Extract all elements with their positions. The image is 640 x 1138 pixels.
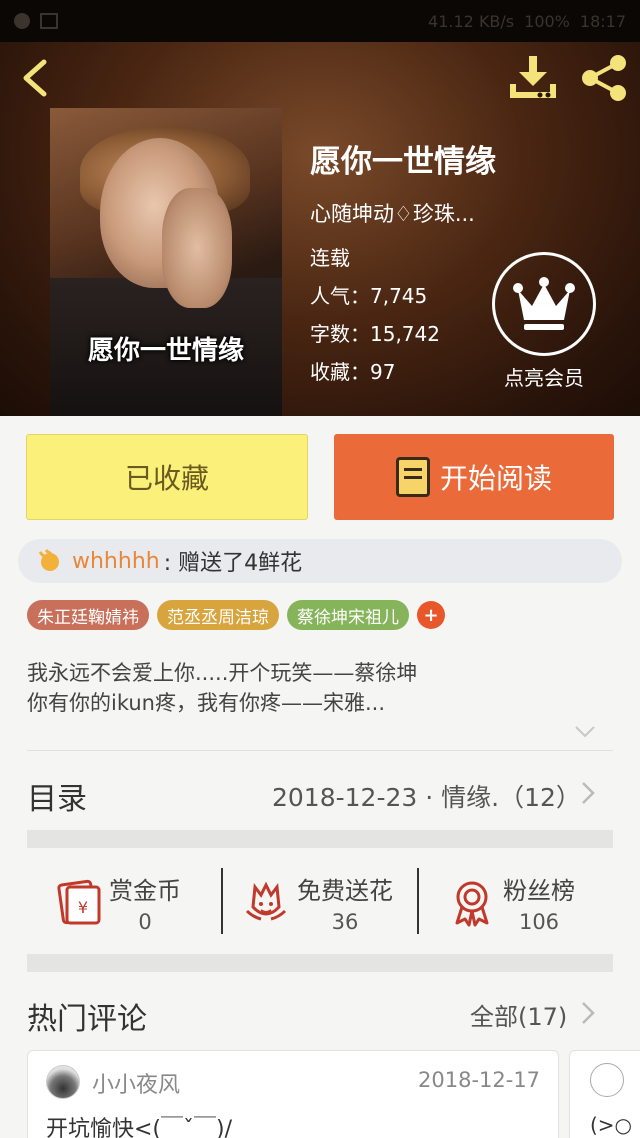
- tag-item[interactable]: 朱正廷鞠婧祎: [27, 600, 149, 630]
- svg-text:¥: ¥: [78, 898, 88, 917]
- vip-button[interactable]: [492, 252, 596, 356]
- comment-card[interactable]: (>○: [569, 1050, 640, 1138]
- stat-label: 免费送花: [297, 876, 393, 905]
- gift-text: : 赠送了4鲜花: [163, 551, 303, 576]
- book-intro[interactable]: 我永远不会爱上你.....开个玩笑——蔡徐坤 你有你的ikun疼，我有你疼——宋…: [27, 658, 607, 718]
- crown-icon: [513, 277, 575, 330]
- gift-announcement[interactable]: whhhhh : 赠送了4鲜花: [18, 539, 622, 583]
- vip-label[interactable]: 点亮会员: [494, 362, 594, 391]
- network-speed: 41.12 KB/s: [428, 11, 515, 31]
- comment-date: 2018-12-17: [418, 1068, 541, 1092]
- comment-text: 开坑愉快<(￣ˇ￣)/: [46, 1117, 233, 1138]
- cover-art-hand: [162, 188, 232, 308]
- stat-value: 36: [331, 909, 359, 934]
- avatar[interactable]: [46, 1065, 80, 1099]
- tag-item[interactable]: 范丞丞周洁琼: [157, 600, 279, 630]
- book-cover[interactable]: 愿你一世情缘: [50, 108, 282, 416]
- share-icon: [582, 55, 626, 101]
- flower-icon: [245, 881, 287, 921]
- divider: [27, 750, 613, 751]
- reward-coins-stat[interactable]: ¥ 赏金币 0: [53, 864, 249, 940]
- comment-card[interactable]: 小小夜风 2018-12-17 开坑愉快<(￣ˇ￣)/: [27, 1050, 559, 1138]
- clock: 18:17: [579, 11, 626, 31]
- book-icon: [395, 457, 430, 497]
- favorites-count: 收藏：97: [310, 360, 396, 384]
- back-arrow-icon: [23, 59, 47, 97]
- stat-value: 0: [138, 909, 152, 934]
- back-button[interactable]: [16, 56, 56, 100]
- stat-label: 粉丝榜: [503, 876, 575, 905]
- battery-level: 100%: [524, 11, 570, 31]
- avatar[interactable]: [590, 1063, 624, 1097]
- expand-chevron-icon[interactable]: [574, 724, 596, 740]
- chevron-right-icon[interactable]: [580, 780, 596, 806]
- tag-list: 朱正廷鞠婧祎 范丞丞周洁琼 蔡徐坤宋祖儿 +: [27, 600, 445, 630]
- ribbon-badge-icon: [455, 881, 489, 927]
- stat-label: 赏金币: [109, 876, 181, 905]
- tag-item[interactable]: 蔡徐坤宋祖儿: [287, 600, 409, 630]
- all-comments-link[interactable]: 全部(17): [470, 997, 567, 1032]
- red-envelope-icon: ¥: [57, 879, 101, 925]
- section-separator: [27, 954, 613, 972]
- free-flowers-stat[interactable]: 免费送花 36: [241, 864, 437, 940]
- status-bar: 41.12 KB/s 100% 18:17: [0, 0, 640, 42]
- collected-button[interactable]: 已收藏: [26, 434, 308, 520]
- flower-bouquet-icon: [38, 549, 59, 571]
- stat-divider: [417, 868, 419, 934]
- image-notification-icon: [40, 13, 58, 29]
- book-author[interactable]: 心随坤动♢珍珠...: [310, 198, 480, 228]
- serial-status: 连载: [310, 246, 350, 270]
- download-icon: [510, 56, 556, 98]
- book-title: 愿你一世情缘: [310, 144, 496, 180]
- book-header: 愿你一世情缘 愿你一世情缘 心随坤动♢珍珠... 连载 人气：7,745 字数：…: [0, 42, 640, 416]
- cover-title: 愿你一世情缘: [87, 336, 244, 366]
- popularity: 人气：7,745: [310, 284, 428, 308]
- notification-icon: [14, 13, 30, 29]
- word-count: 字数：15,742: [310, 322, 440, 346]
- download-button[interactable]: [506, 54, 560, 104]
- add-tag-button[interactable]: +: [417, 601, 445, 629]
- share-button[interactable]: [578, 52, 630, 104]
- section-separator: [27, 830, 613, 848]
- stats-bar: ¥ 赏金币 0 免费送花 36 粉丝榜 106: [27, 850, 613, 954]
- stat-value: 106: [518, 909, 560, 934]
- hot-comments-title: 热门评论: [27, 1002, 147, 1037]
- intro-line: 我永远不会爱上你.....开个玩笑——蔡徐坤: [27, 661, 418, 685]
- gift-user[interactable]: whhhhh: [72, 549, 160, 574]
- start-reading-button[interactable]: 开始阅读: [334, 434, 614, 520]
- chevron-right-icon[interactable]: [580, 1000, 596, 1026]
- fan-ranking-stat[interactable]: 粉丝榜 106: [447, 864, 640, 940]
- comment-text: (>○: [590, 1113, 633, 1137]
- intro-line: 你有你的ikun疼，我有你疼——宋雅...: [27, 691, 385, 715]
- stat-divider: [221, 868, 223, 934]
- start-reading-label: 开始阅读: [439, 462, 552, 495]
- comment-user[interactable]: 小小夜风: [92, 1067, 180, 1099]
- toc-latest-chapter[interactable]: 2018-12-23 · 情缘.（12）: [272, 778, 581, 814]
- toc-title[interactable]: 目录: [27, 774, 87, 818]
